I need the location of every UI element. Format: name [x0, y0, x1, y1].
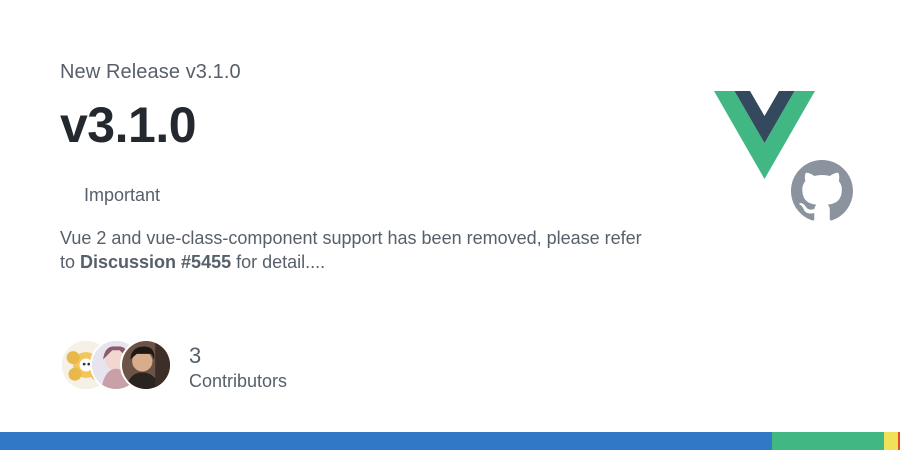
discussion-link[interactable]: Discussion #5455 — [80, 252, 231, 272]
contributors-summary: 3 Contributors — [189, 343, 287, 393]
release-subtitle: New Release v3.1.0 — [60, 61, 241, 83]
description-text-after: for detail.... — [231, 252, 326, 272]
info-icon — [64, 187, 80, 203]
importance-badge: Important — [60, 183, 160, 207]
contributor-avatars — [60, 339, 180, 393]
release-description: Vue 2 and vue-class-component support ha… — [60, 226, 660, 274]
badge-label: Important — [84, 184, 161, 205]
language-segment-vue — [772, 432, 884, 450]
language-segment-javascript — [883, 432, 899, 450]
avatar[interactable] — [120, 339, 172, 391]
language-segment-typescript — [0, 432, 773, 450]
release-card: New Release v3.1.0 v3.1.0 Important Vue … — [0, 0, 900, 450]
github-logo-icon — [791, 160, 853, 222]
language-bar — [0, 432, 900, 450]
contributors-count: 3 — [189, 343, 202, 368]
release-title: v3.1.0 — [60, 97, 197, 153]
contributors-label: Contributors — [189, 371, 288, 391]
